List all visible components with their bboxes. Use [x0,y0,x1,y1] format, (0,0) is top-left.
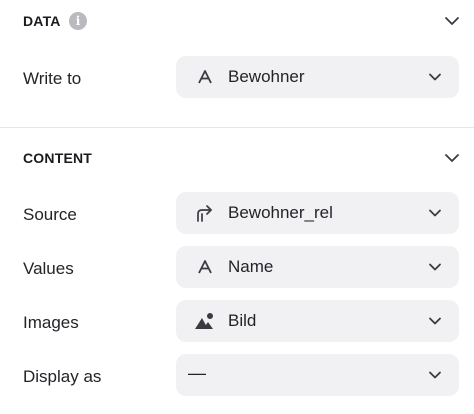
text-a-icon [194,66,216,88]
images-value: Bild [228,311,257,330]
display-as-value: — [188,363,206,383]
display-as-label: Display as [23,367,102,386]
write-to-select[interactable]: Bewohner [176,56,459,98]
text-a-icon [194,256,216,278]
chevron-down-icon [429,263,441,271]
image-icon [194,310,216,332]
chevron-down-icon [429,371,441,379]
source-value: Bewohner_rel [228,203,333,222]
chevron-down-icon[interactable] [444,13,460,29]
source-select[interactable]: Bewohner_rel [176,192,459,234]
write-to-value: Bewohner [228,67,305,86]
data-section-title: DATA [23,13,61,29]
source-label: Source [23,205,77,224]
display-as-select[interactable]: — [176,354,459,396]
content-section-header[interactable]: CONTENT [0,138,474,178]
chevron-down-icon [429,209,441,217]
images-label: Images [23,313,79,332]
values-select[interactable]: Name [176,246,459,288]
content-section-title: CONTENT [23,150,93,166]
data-section-header[interactable]: DATA i [0,0,474,40]
values-label: Values [23,259,74,278]
write-to-label: Write to [23,69,82,88]
values-value: Name [228,257,274,276]
section-divider [0,127,474,128]
chevron-down-icon [429,73,441,81]
chevron-down-icon [429,317,441,325]
info-icon[interactable]: i [69,12,87,30]
relation-arrow-icon [194,202,216,224]
chevron-down-icon[interactable] [444,150,460,166]
images-select[interactable]: Bild [176,300,459,342]
